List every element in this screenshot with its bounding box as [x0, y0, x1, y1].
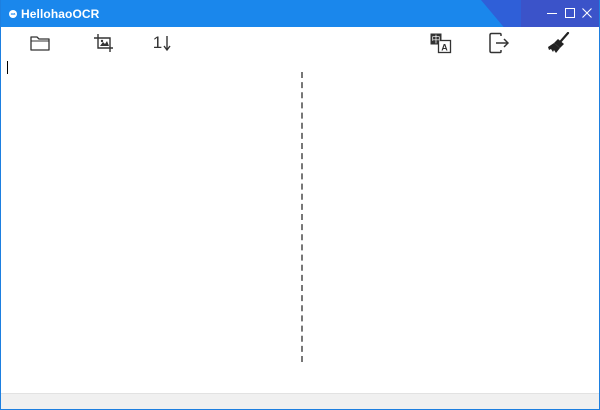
- translate-button[interactable]: 中 A: [428, 31, 454, 55]
- broom-icon: [548, 32, 570, 53]
- minimize-icon: [547, 13, 557, 14]
- translate-cn-label: 中: [431, 34, 440, 46]
- translate-icon: 中 A: [430, 33, 452, 54]
- source-text-area[interactable]: [2, 58, 299, 388]
- pane-divider[interactable]: [301, 72, 303, 362]
- close-icon: [582, 8, 592, 18]
- image-crop-icon: [94, 34, 113, 52]
- maximize-button[interactable]: [564, 7, 576, 19]
- image-capture-button[interactable]: [91, 31, 117, 55]
- sort-label: 1: [152, 33, 163, 52]
- export-button[interactable]: [486, 31, 512, 55]
- minimize-button[interactable]: [546, 7, 558, 19]
- clear-button[interactable]: [546, 31, 572, 55]
- text-cursor: [7, 61, 8, 74]
- folder-icon: [30, 36, 50, 51]
- sort-icon: [163, 36, 171, 52]
- translate-en-label: A: [441, 43, 448, 53]
- sort-button[interactable]: 1: [150, 31, 176, 55]
- maximize-icon: [565, 8, 575, 18]
- status-bar: [1, 393, 599, 409]
- export-icon: [489, 32, 510, 54]
- title-bar[interactable]: oa HellohaoOCR: [1, 0, 599, 27]
- app-window: oa HellohaoOCR 1 中 A: [0, 0, 600, 410]
- result-text-area[interactable]: [305, 58, 595, 388]
- app-title: HellohaoOCR: [21, 7, 100, 21]
- open-folder-button[interactable]: [27, 31, 53, 55]
- app-logo-icon: oa: [9, 10, 17, 18]
- close-button[interactable]: [581, 7, 593, 19]
